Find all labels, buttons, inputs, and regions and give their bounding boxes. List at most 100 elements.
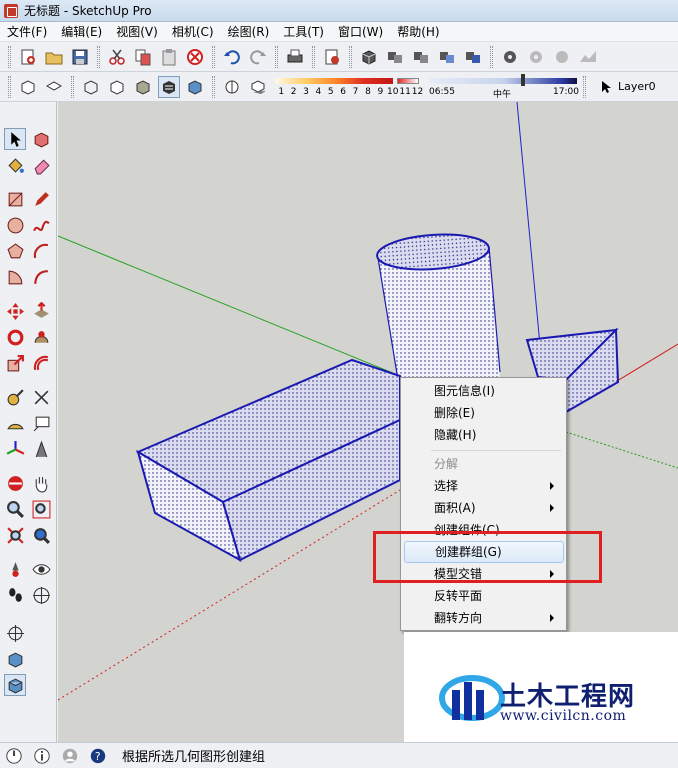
arc-tool[interactable] xyxy=(30,240,52,262)
iso-view-button[interactable] xyxy=(17,76,39,98)
shadow-date-slider[interactable]: 1 2 3 4 5 6 7 8 9 10 11 12 xyxy=(275,74,423,100)
standard-view-tool[interactable] xyxy=(4,622,26,644)
pencil-tool[interactable] xyxy=(30,188,52,210)
redo-button[interactable] xyxy=(247,46,269,68)
model-info-button[interactable] xyxy=(321,46,343,68)
toolbar-grip[interactable] xyxy=(275,45,278,68)
top-view-tool[interactable] xyxy=(4,674,26,696)
hidden-line-button[interactable] xyxy=(106,76,128,98)
select-tool[interactable] xyxy=(4,128,26,150)
component-button[interactable] xyxy=(358,46,380,68)
subtract-button[interactable] xyxy=(462,46,484,68)
axes-tool[interactable] xyxy=(4,438,26,460)
display-shadows-button[interactable] xyxy=(247,76,269,98)
xray-button[interactable] xyxy=(80,76,102,98)
user-button[interactable] xyxy=(60,746,80,766)
three-point-arc-tool[interactable] xyxy=(30,266,52,288)
menu-select[interactable]: 选择 xyxy=(401,475,566,497)
menu-edit[interactable]: 编辑(E) xyxy=(54,22,109,42)
soften-button[interactable] xyxy=(551,46,573,68)
menu-tools[interactable]: 工具(T) xyxy=(276,22,331,42)
split-button[interactable] xyxy=(525,46,547,68)
tape-measure-tool[interactable] xyxy=(4,386,26,408)
copy-button[interactable] xyxy=(132,46,154,68)
trim-button[interactable] xyxy=(499,46,521,68)
move-tool[interactable] xyxy=(4,300,26,322)
eraser-tool[interactable] xyxy=(30,154,52,176)
time-slider-thumb[interactable] xyxy=(521,73,525,86)
menu-entity-info[interactable]: 图元信息(I) xyxy=(401,380,566,402)
make-component-tool[interactable] xyxy=(30,128,52,150)
menu-file[interactable]: 文件(F) xyxy=(0,22,54,42)
toolbar-grip[interactable] xyxy=(8,45,11,68)
look-around-tool[interactable] xyxy=(30,558,52,580)
zoom-window-tool[interactable] xyxy=(30,498,52,520)
orbit-tool[interactable] xyxy=(4,472,26,494)
toolbar-grip[interactable] xyxy=(312,45,315,68)
rotate-tool[interactable] xyxy=(4,326,26,348)
toolbar-grip[interactable] xyxy=(8,75,11,98)
save-button[interactable] xyxy=(69,46,91,68)
menu-window[interactable]: 窗口(W) xyxy=(331,22,390,42)
pan-tool[interactable] xyxy=(30,472,52,494)
toolbar-grip[interactable] xyxy=(583,75,586,98)
erase-button[interactable] xyxy=(184,46,206,68)
geo-location-button[interactable] xyxy=(4,746,24,766)
push-pull-tool[interactable] xyxy=(30,300,52,322)
dimension-tool[interactable] xyxy=(30,386,52,408)
menu-help[interactable]: 帮助(H) xyxy=(390,22,446,42)
shaded-button[interactable] xyxy=(132,76,154,98)
3d-text-tool[interactable] xyxy=(30,438,52,460)
new-file-button[interactable] xyxy=(17,46,39,68)
outer-shell-button[interactable] xyxy=(384,46,406,68)
menu-explode[interactable]: 分解 xyxy=(401,453,566,475)
menu-erase[interactable]: 删除(E) xyxy=(401,402,566,424)
section-plane-tool[interactable] xyxy=(30,584,52,606)
menu-area[interactable]: 面积(A) xyxy=(401,497,566,519)
instructor-button[interactable]: ? xyxy=(88,746,108,766)
union-button[interactable] xyxy=(436,46,458,68)
layer-selector[interactable]: Layer0 xyxy=(600,80,656,94)
previous-view-tool[interactable] xyxy=(30,524,52,546)
walk-tool[interactable] xyxy=(4,584,26,606)
pie-tool[interactable] xyxy=(4,266,26,288)
undo-button[interactable] xyxy=(221,46,243,68)
circle-tool[interactable] xyxy=(4,214,26,236)
monochrome-button[interactable] xyxy=(184,76,206,98)
polygon-tool[interactable] xyxy=(4,240,26,262)
iso-view-tool[interactable] xyxy=(4,648,26,670)
paste-button[interactable] xyxy=(158,46,180,68)
menu-flip-along[interactable]: 翻转方向 xyxy=(401,607,566,629)
offset-tool[interactable] xyxy=(30,352,52,374)
menu-view[interactable]: 视图(V) xyxy=(109,22,165,42)
zoom-tool[interactable] xyxy=(4,498,26,520)
paint-bucket-tool[interactable] xyxy=(4,154,26,176)
shaded-textures-button[interactable] xyxy=(158,75,180,98)
menu-camera[interactable]: 相机(C) xyxy=(165,22,221,42)
shadow-time-slider[interactable]: 06:55 中午 17:00 xyxy=(429,73,579,100)
scale-tool[interactable] xyxy=(4,352,26,374)
toolbar-grip[interactable] xyxy=(97,45,100,68)
cut-button[interactable] xyxy=(106,46,128,68)
intersect-button[interactable] xyxy=(410,46,432,68)
toolbar-grip[interactable] xyxy=(490,45,493,68)
toolbar-grip[interactable] xyxy=(212,45,215,68)
rectangle-tool[interactable] xyxy=(4,188,26,210)
credits-button[interactable] xyxy=(32,746,52,766)
menu-draw[interactable]: 绘图(R) xyxy=(221,22,277,42)
menu-reverse-faces[interactable]: 反转平面 xyxy=(401,585,566,607)
print-button[interactable] xyxy=(284,46,306,68)
toolbar-grip[interactable] xyxy=(349,45,352,68)
shadow-settings-button[interactable] xyxy=(221,76,243,98)
zoom-extents-tool[interactable] xyxy=(4,524,26,546)
toolbar-grip[interactable] xyxy=(212,75,215,98)
text-tool[interactable] xyxy=(30,412,52,434)
position-camera-tool[interactable] xyxy=(4,558,26,580)
open-file-button[interactable] xyxy=(43,46,65,68)
toolbar-grip[interactable] xyxy=(71,75,74,98)
follow-me-tool[interactable] xyxy=(30,326,52,348)
freehand-tool[interactable] xyxy=(30,214,52,236)
protractor-tool[interactable] xyxy=(4,412,26,434)
menu-hide[interactable]: 隐藏(H) xyxy=(401,424,566,446)
top-view-button[interactable] xyxy=(43,76,65,98)
